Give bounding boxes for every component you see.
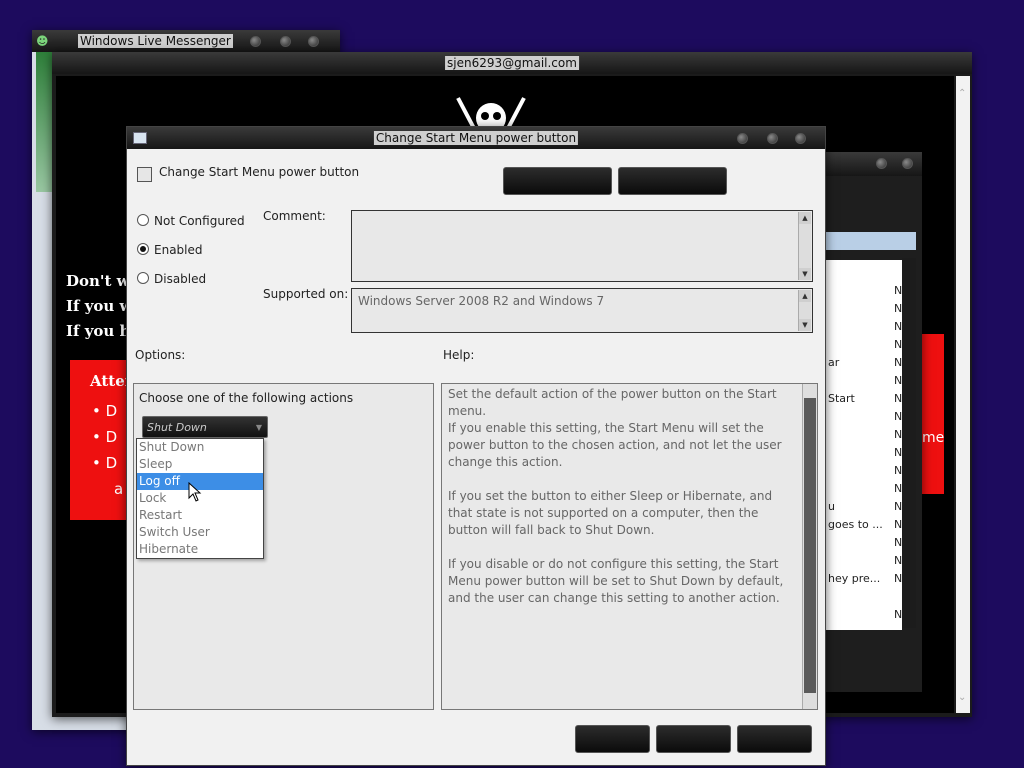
option-switch-user[interactable]: Switch User xyxy=(137,524,263,541)
bullet-item: • D xyxy=(92,428,118,446)
chevron-down-icon[interactable]: ▼ xyxy=(256,417,262,439)
dialog-titlebar[interactable]: Change Start Menu power button xyxy=(127,127,825,149)
email-scrollbar[interactable]: ⌃ ⌄ xyxy=(956,76,970,713)
radio-disabled[interactable]: Disabled xyxy=(137,272,206,286)
list-item[interactable]: ar xyxy=(828,356,839,369)
ok-button[interactable] xyxy=(575,725,650,753)
minimize-button[interactable] xyxy=(876,158,887,169)
supported-value: Windows Server 2008 R2 and Windows 7 xyxy=(358,294,605,308)
help-panel: Set the default action of the power butt… xyxy=(441,383,818,710)
policy-list-window[interactable]: ar Start u goes to ... hey pre... N N N … xyxy=(822,152,922,692)
help-paragraph: If you set the button to either Sleep or… xyxy=(448,489,773,537)
messenger-icon: ☻ xyxy=(36,34,49,48)
bullet-item: • D xyxy=(92,402,118,420)
close-button[interactable] xyxy=(308,36,319,47)
radio-icon[interactable] xyxy=(137,214,149,226)
power-action-dropdown[interactable]: Shut Down ▼ xyxy=(142,416,268,438)
attention-heading: Atten xyxy=(90,372,130,390)
option-hibernate[interactable]: Hibernate xyxy=(137,541,263,558)
minimize-button[interactable] xyxy=(250,36,261,47)
maximize-button[interactable] xyxy=(280,36,291,47)
comment-scrollbar[interactable]: ▲ ▼ xyxy=(798,212,811,280)
mouse-pointer-icon xyxy=(188,482,202,502)
policy-list[interactable]: ar Start u goes to ... hey pre... N N N … xyxy=(824,260,902,630)
help-paragraph: If you enable this setting, the Start Me… xyxy=(448,421,782,469)
option-restart[interactable]: Restart xyxy=(137,507,263,524)
supported-label: Supported on: xyxy=(263,287,349,301)
policy-icon xyxy=(137,167,152,182)
email-titlebar[interactable]: sjen6293@gmail.com xyxy=(52,52,972,74)
dialog-title: Change Start Menu power button xyxy=(373,131,579,145)
list-item[interactable]: hey pre... xyxy=(828,572,880,585)
apply-button[interactable] xyxy=(737,725,812,753)
help-paragraph: Set the default action of the power butt… xyxy=(448,387,777,418)
cancel-button[interactable] xyxy=(656,725,731,753)
email-text-line: Don't w xyxy=(66,272,126,290)
option-sleep[interactable]: Sleep xyxy=(137,456,263,473)
list-item[interactable]: u xyxy=(828,500,835,513)
close-button[interactable] xyxy=(902,158,913,169)
comment-label: Comment: xyxy=(263,209,326,223)
supported-field: Windows Server 2008 R2 and Windows 7 ▲ ▼ xyxy=(351,288,813,333)
email-text-line: If you w xyxy=(66,297,126,315)
previous-setting-button[interactable] xyxy=(503,167,612,195)
help-scrollbar[interactable] xyxy=(802,384,817,709)
radio-enabled[interactable]: Enabled xyxy=(137,243,203,257)
policy-list-scrollbar[interactable] xyxy=(902,258,916,628)
comment-field[interactable]: ▲ ▼ xyxy=(351,210,813,282)
radio-icon[interactable] xyxy=(137,272,149,284)
dialog-icon xyxy=(133,132,147,144)
radio-not-configured[interactable]: Not Configured xyxy=(137,214,245,228)
close-button[interactable] xyxy=(795,133,806,144)
policy-list-selected-header xyxy=(824,232,916,250)
choose-action-label: Choose one of the following actions xyxy=(139,391,354,405)
messenger-titlebar[interactable]: ☻ Windows Live Messenger xyxy=(32,30,340,52)
supported-scrollbar[interactable]: ▲ ▼ xyxy=(798,290,811,331)
email-text-line: If you h xyxy=(66,322,126,340)
bullet-continuation: a xyxy=(114,480,124,498)
options-label: Options: xyxy=(135,348,186,362)
help-scroll-thumb[interactable] xyxy=(804,398,816,693)
bullet-item: • D xyxy=(92,454,118,472)
minimize-button[interactable] xyxy=(737,133,748,144)
help-label: Help: xyxy=(443,348,475,362)
attention-box-right: me xyxy=(920,334,944,494)
help-paragraph: If you disable or do not configure this … xyxy=(448,557,784,605)
policy-list-titlebar[interactable] xyxy=(822,152,922,176)
list-item[interactable]: goes to ... xyxy=(828,518,883,531)
option-shut-down[interactable]: Shut Down xyxy=(137,439,263,456)
radio-selected-icon[interactable] xyxy=(137,243,149,255)
attention-box: Atten • D • D • D a xyxy=(70,360,130,520)
policy-header-title: Change Start Menu power button xyxy=(159,165,360,179)
messenger-title: Windows Live Messenger xyxy=(78,34,233,48)
maximize-button[interactable] xyxy=(767,133,778,144)
list-item[interactable]: Start xyxy=(828,392,855,405)
next-setting-button[interactable] xyxy=(618,167,727,195)
email-title: sjen6293@gmail.com xyxy=(445,56,579,70)
